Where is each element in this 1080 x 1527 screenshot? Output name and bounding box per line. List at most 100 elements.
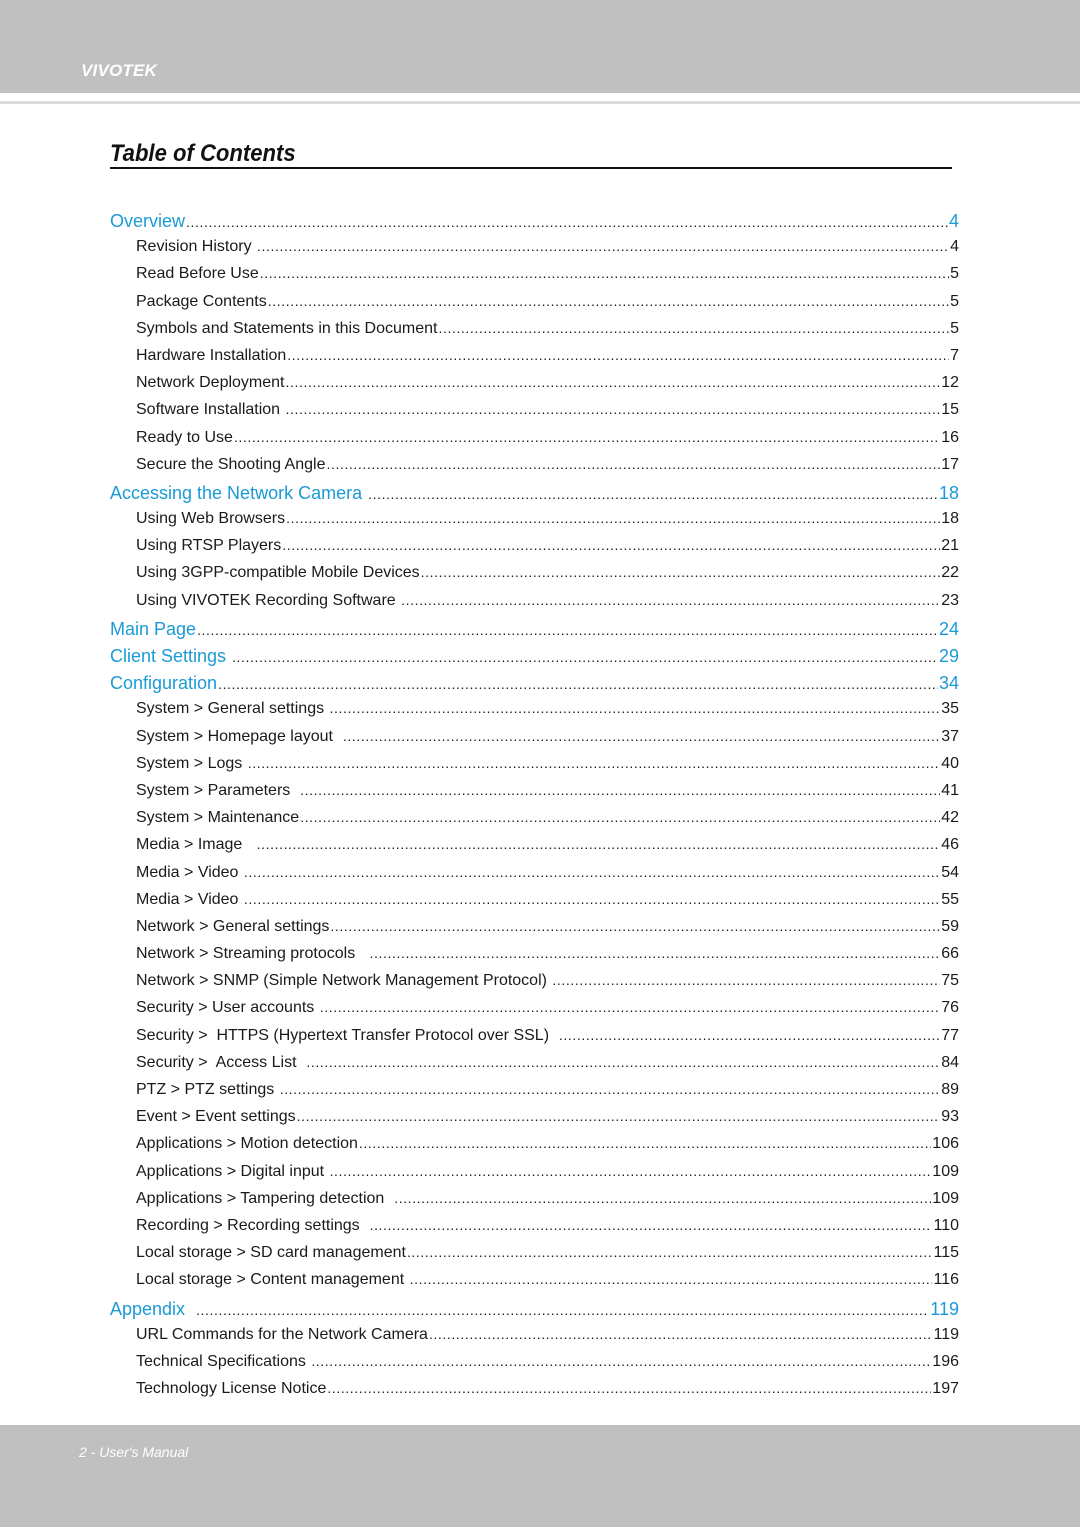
toc-section-entry[interactable]: Media > Video 55 [110,891,959,918]
toc-section-entry[interactable]: System > Parameters 41 [110,782,959,809]
toc-section-entry[interactable]: PTZ > PTZ settings 89 [110,1081,959,1108]
toc-entry-title: Main Page [110,618,197,639]
toc-chapter-entry[interactable]: Overview 4 [110,211,959,238]
dot-leader [218,676,938,692]
toc-entry-title: Security > User accounts [136,999,319,1017]
toc-section-entry[interactable]: Revision History 4 [110,238,959,265]
dot-leader [197,622,938,638]
toc-section-entry[interactable]: Using Web Browsers 18 [110,510,959,537]
toc-chapter-entry[interactable]: Accessing the Network Camera 18 [110,483,959,510]
toc-section-entry[interactable]: Using VIVOTEK Recording Software 23 [110,592,959,619]
dot-leader [343,728,940,744]
header-band: VIVOTEK [0,0,1080,93]
toc-entry-title: Package Contents [136,292,267,310]
toc-section-entry[interactable]: Hardware Installation 7 [110,347,959,374]
toc-chapter-entry[interactable]: Client Settings 29 [110,646,959,673]
toc-entry-title: Media > Image [136,836,256,854]
dot-leader [280,1081,941,1097]
dot-leader [359,1135,931,1151]
toc-entry-title: Applications > Tampering detection [136,1189,394,1207]
toc-page-number: 119 [933,1325,959,1343]
toc-entry-title: Secure the Shooting Angle [136,455,326,473]
toc-section-entry[interactable]: Using RTSP Players 21 [110,537,959,564]
toc-section-entry[interactable]: Network > General settings 59 [110,918,959,945]
toc-page-number: 22 [941,564,959,582]
dot-leader [300,782,940,798]
toc-section-entry[interactable]: Software Installation 15 [110,401,959,428]
toc-section-entry[interactable]: Event > Event settings 93 [110,1108,959,1135]
toc-section-entry[interactable]: Network > Streaming protocols 66 [110,945,959,972]
toc-entry-title: Technical Specifications [136,1352,311,1370]
toc-page-number: 41 [941,781,959,799]
toc-entry-title: Accessing the Network Camera [110,482,368,503]
dot-leader [330,700,941,716]
toc-page-number: 54 [941,863,959,881]
toc-section-entry[interactable]: Media > Video 54 [110,864,959,891]
dot-leader [394,1190,931,1206]
toc-section-entry[interactable]: Applications > Digital input 109 [110,1163,959,1190]
dot-leader [330,918,940,934]
toc-section-entry[interactable]: Network > SNMP (Simple Network Managemen… [110,972,959,999]
toc-section-entry[interactable]: Media > Image 46 [110,836,959,863]
dot-leader [370,1217,933,1233]
toc-section-entry[interactable]: Package Contents 5 [110,293,959,320]
dot-leader [401,592,940,608]
toc-page-number: 24 [938,618,959,639]
toc-page-number: 18 [941,510,959,528]
toc-page-number: 23 [941,591,959,609]
toc-entry-title: Using RTSP Players [136,537,282,555]
dot-leader [234,429,940,445]
toc-section-entry[interactable]: Ready to Use 16 [110,429,959,456]
toc-entry-title: Revision History [136,238,257,256]
toc-page-number: 77 [941,1026,959,1044]
toc-section-entry[interactable]: Security > User accounts 76 [110,999,959,1026]
toc-page-number: 109 [932,1162,959,1180]
toc-section-entry[interactable]: Local storage > Content management 116 [110,1271,959,1298]
header-divider [0,101,1080,104]
toc-page-number: 16 [941,428,959,446]
toc-section-entry[interactable]: Applications > Tampering detection 109 [110,1190,959,1217]
toc-chapter-entry[interactable]: Configuration 34 [110,673,959,700]
toc-page-number: 106 [932,1135,959,1153]
dot-leader [248,755,940,771]
toc-entry-title: Network > SNMP (Simple Network Managemen… [136,972,552,990]
toc-section-entry[interactable]: System > Homepage layout 37 [110,728,959,755]
toc-entry-title: PTZ > PTZ settings [136,1081,279,1098]
toc-section-entry[interactable]: Technical Specifications 196 [110,1353,959,1380]
dot-leader [327,1380,931,1396]
dot-leader [232,649,938,665]
toc-entry-title: Client Settings [110,646,232,666]
toc-chapter-entry[interactable]: Main Page 24 [110,619,959,646]
toc-page-number: 110 [933,1216,959,1234]
toc-section-entry[interactable]: Security > Access List 84 [110,1054,959,1081]
toc-section-entry[interactable]: Read Before Use 5 [110,265,959,292]
footer-band: 2 - User's Manual [0,1425,1080,1527]
toc-chapter-entry[interactable]: Appendix 119 [110,1299,959,1326]
toc-section-entry[interactable]: Local storage > SD card management 115 [110,1244,959,1271]
toc-section-entry[interactable]: Using 3GPP-compatible Mobile Devices 22 [110,564,959,591]
toc-section-entry[interactable]: Network Deployment 12 [110,374,959,401]
toc-section-entry[interactable]: System > Logs 40 [110,755,959,782]
toc-section-entry[interactable]: Applications > Motion detection 106 [110,1135,959,1162]
toc-section-entry[interactable]: Recording > Recording settings 110 [110,1217,959,1244]
toc-page-number: 4 [950,238,959,256]
toc-page-number: 12 [941,374,959,392]
dot-leader [559,1027,940,1043]
toc-entry-title: Network > General settings [136,917,330,935]
toc-section-entry[interactable]: System > General settings 35 [110,700,959,727]
toc-section-entry[interactable]: Technology License Notice 197 [110,1380,959,1407]
dot-leader [370,945,941,961]
toc-section-entry[interactable]: Security > HTTPS (Hypertext Transfer Pro… [110,1027,959,1054]
toc-section-entry[interactable]: System > Maintenance 42 [110,809,959,836]
toc-page-number: 115 [933,1244,959,1262]
toc-section-entry[interactable]: Symbols and Statements in this Document 5 [110,320,959,347]
toc-entry-title: System > Homepage layout [136,727,342,745]
toc-page-number: 59 [941,917,959,935]
toc-section-entry[interactable]: URL Commands for the Network Camera 119 [110,1326,959,1353]
toc-section-entry[interactable]: Secure the Shooting Angle 17 [110,456,959,483]
dot-leader [257,238,949,254]
toc-entry-title: Security > Access List [136,1053,306,1071]
dot-leader [287,347,949,363]
dot-leader [268,293,949,309]
dot-leader [286,401,941,417]
